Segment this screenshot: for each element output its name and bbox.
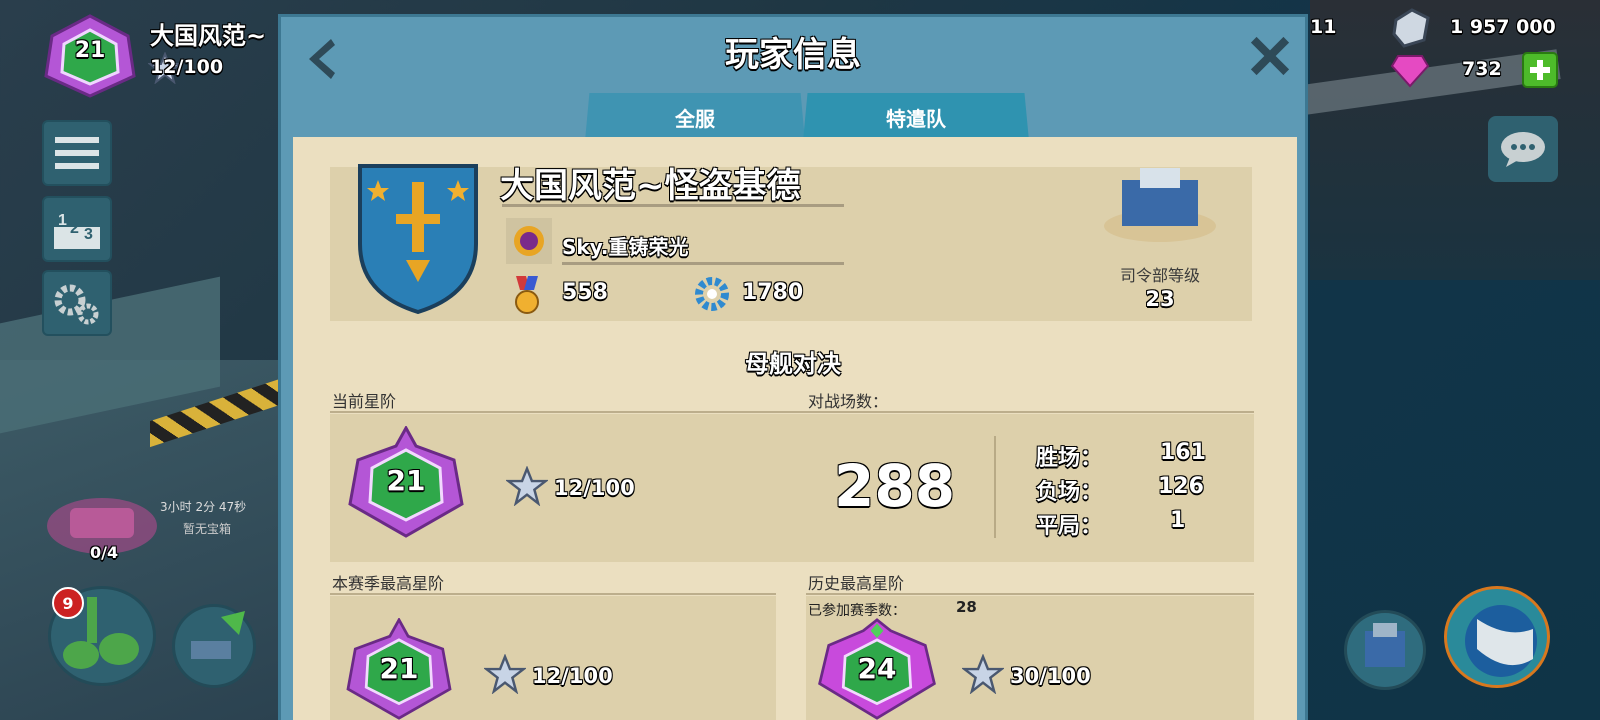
season-best-xp: 12/100 bbox=[532, 664, 613, 688]
svg-text:2: 2 bbox=[70, 220, 79, 237]
partial-resource-value: 11 bbox=[1310, 16, 1337, 38]
notification-badge: 9 bbox=[52, 587, 84, 619]
tab-global-label: 全服 bbox=[675, 106, 715, 131]
leaderboard-button[interactable]: 1 2 3 bbox=[42, 196, 112, 262]
task-force-shield-icon bbox=[358, 164, 478, 314]
medal-count: 558 bbox=[562, 280, 608, 305]
chat-button[interactable] bbox=[1488, 116, 1558, 182]
wins-label: 胜场： bbox=[1036, 446, 1103, 471]
player-level-text: 21 bbox=[74, 38, 106, 63]
medal-icon bbox=[515, 276, 539, 314]
history-best-level: 24 bbox=[857, 652, 897, 685]
globe-icon bbox=[1465, 605, 1537, 677]
gear-icon bbox=[695, 277, 729, 311]
section-title: 母舰对决 bbox=[745, 350, 841, 378]
leaderboard-icon: 1 2 3 bbox=[54, 212, 100, 249]
player-name: 大国风范~ bbox=[150, 22, 267, 50]
hq-level: 23 bbox=[1145, 287, 1175, 311]
gear-count: 1780 bbox=[742, 280, 804, 305]
diamond-icon bbox=[1390, 55, 1430, 88]
divider bbox=[330, 593, 776, 595]
iron-icon bbox=[1392, 8, 1430, 48]
current-rank-level: 21 bbox=[386, 464, 426, 497]
current-rank-xp: 12/100 bbox=[554, 476, 635, 500]
task-force-underline bbox=[562, 262, 844, 265]
task-force-name: Sky.重铸荣光 bbox=[562, 235, 689, 259]
star-icon bbox=[484, 654, 526, 694]
star-icon bbox=[506, 466, 548, 506]
chat-bubble-icon bbox=[1501, 132, 1545, 167]
settings-button[interactable] bbox=[42, 270, 112, 336]
gear-icon bbox=[54, 284, 99, 325]
seasons-joined-count: 28 bbox=[956, 598, 977, 616]
vertical-separator bbox=[994, 436, 996, 538]
wins-value: 161 bbox=[1160, 440, 1206, 465]
chest-count: 0/4 bbox=[90, 543, 119, 562]
player-xp: 12/100 bbox=[150, 56, 224, 78]
star-icon bbox=[962, 654, 1004, 694]
seasons-joined-label: 已参加赛季数： bbox=[808, 603, 906, 619]
buy-gems-button[interactable] bbox=[1522, 52, 1558, 88]
gem-amount: 732 bbox=[1462, 58, 1502, 80]
svg-text:3: 3 bbox=[84, 226, 93, 243]
season-best-label: 本赛季最高星阶 bbox=[332, 574, 445, 593]
divider bbox=[806, 593, 1254, 595]
tab-task-force[interactable]: 特遣队 bbox=[803, 93, 1029, 141]
svg-text:1: 1 bbox=[58, 212, 67, 229]
tab-task-force-label: 特遣队 bbox=[886, 106, 946, 131]
current-rank-card bbox=[330, 414, 1254, 562]
losses-value: 126 bbox=[1158, 474, 1204, 499]
dialog-title: 玩家信息 bbox=[725, 35, 861, 75]
map-button[interactable] bbox=[1444, 586, 1550, 688]
hq-building-icon bbox=[1104, 168, 1216, 242]
tab-global[interactable]: 全服 bbox=[585, 93, 805, 141]
total-battles: 288 bbox=[834, 452, 956, 520]
current-rank-label: 当前星阶 bbox=[332, 392, 397, 411]
task-force-emblem-icon bbox=[506, 218, 552, 264]
hamburger-icon bbox=[55, 137, 99, 169]
history-best-label: 历史最高星阶 bbox=[808, 574, 905, 593]
name-underline bbox=[502, 204, 844, 207]
headquarters-button[interactable] bbox=[1344, 610, 1426, 690]
hq-level-label: 司令部等级 bbox=[1119, 266, 1200, 285]
plus-icon bbox=[1530, 60, 1550, 80]
season-best-level: 21 bbox=[379, 652, 419, 685]
cannon-upgrade-icon bbox=[191, 611, 245, 659]
back-arrow-icon[interactable] bbox=[303, 37, 339, 81]
draws-value: 1 bbox=[1170, 508, 1186, 533]
menu-button[interactable] bbox=[42, 120, 112, 186]
chest-timer: 3小时 2分 47秒 bbox=[160, 500, 247, 514]
divider bbox=[330, 411, 1254, 413]
losses-label: 负场： bbox=[1036, 480, 1103, 505]
weapons-button[interactable] bbox=[172, 604, 256, 688]
battles-label: 对战场数： bbox=[808, 392, 889, 411]
no-chest-label: 暂无宝箱 bbox=[183, 522, 232, 536]
profile-name: 大国风范~怪盗基德 bbox=[500, 166, 801, 206]
history-best-xp: 30/100 bbox=[1010, 664, 1091, 688]
draws-label: 平局： bbox=[1036, 514, 1103, 539]
close-icon[interactable] bbox=[1249, 35, 1291, 77]
iron-amount: 1 957 000 bbox=[1450, 16, 1556, 38]
hq-building-icon bbox=[1365, 623, 1405, 667]
